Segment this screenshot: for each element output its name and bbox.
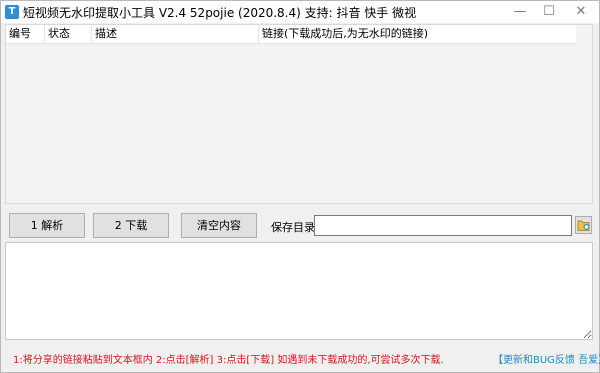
minimize-button[interactable]: — bbox=[506, 1, 534, 23]
save-directory-label: 保存目录 bbox=[271, 221, 315, 234]
link-input-area[interactable] bbox=[5, 242, 593, 340]
result-table[interactable]: 编号 状态 描述 链接(下载成功后,为无水印的链接) bbox=[5, 24, 593, 204]
column-header-link[interactable]: 链接(下载成功后,为无水印的链接) bbox=[259, 25, 576, 43]
parse-button[interactable]: 1 解析 bbox=[9, 213, 85, 238]
table-header: 编号 状态 描述 链接(下载成功后,为无水印的链接) bbox=[6, 25, 576, 44]
folder-icon bbox=[577, 220, 590, 231]
column-header-description[interactable]: 描述 bbox=[92, 25, 259, 43]
download-button[interactable]: 2 下载 bbox=[93, 213, 169, 238]
app-window: T 短视频无水印提取小工具 V2.4 52pojie (2020.8.4) 支持… bbox=[0, 0, 600, 373]
window-title: 短视频无水印提取小工具 V2.4 52pojie (2020.8.4) 支持: … bbox=[23, 6, 417, 20]
browse-folder-button[interactable] bbox=[575, 216, 592, 234]
clear-content-button[interactable]: 清空内容 bbox=[181, 213, 257, 238]
maximize-button[interactable]: ☐ bbox=[535, 1, 563, 23]
app-icon: T bbox=[5, 5, 19, 19]
column-header-id[interactable]: 编号 bbox=[6, 25, 45, 43]
title-bar: T 短视频无水印提取小工具 V2.4 52pojie (2020.8.4) 支持… bbox=[1, 1, 599, 23]
column-header-status[interactable]: 状态 bbox=[45, 25, 92, 43]
save-directory-input[interactable] bbox=[314, 215, 572, 236]
feedback-link[interactable]: 【更新和BUG反馈 吾爱】 bbox=[493, 351, 600, 366]
close-button[interactable]: ✕ bbox=[567, 1, 595, 23]
usage-hint: 1:将分享的链接粘贴到文本框内 2:点击[解析] 3:点击[下载] 如遇到未下载… bbox=[13, 355, 444, 366]
